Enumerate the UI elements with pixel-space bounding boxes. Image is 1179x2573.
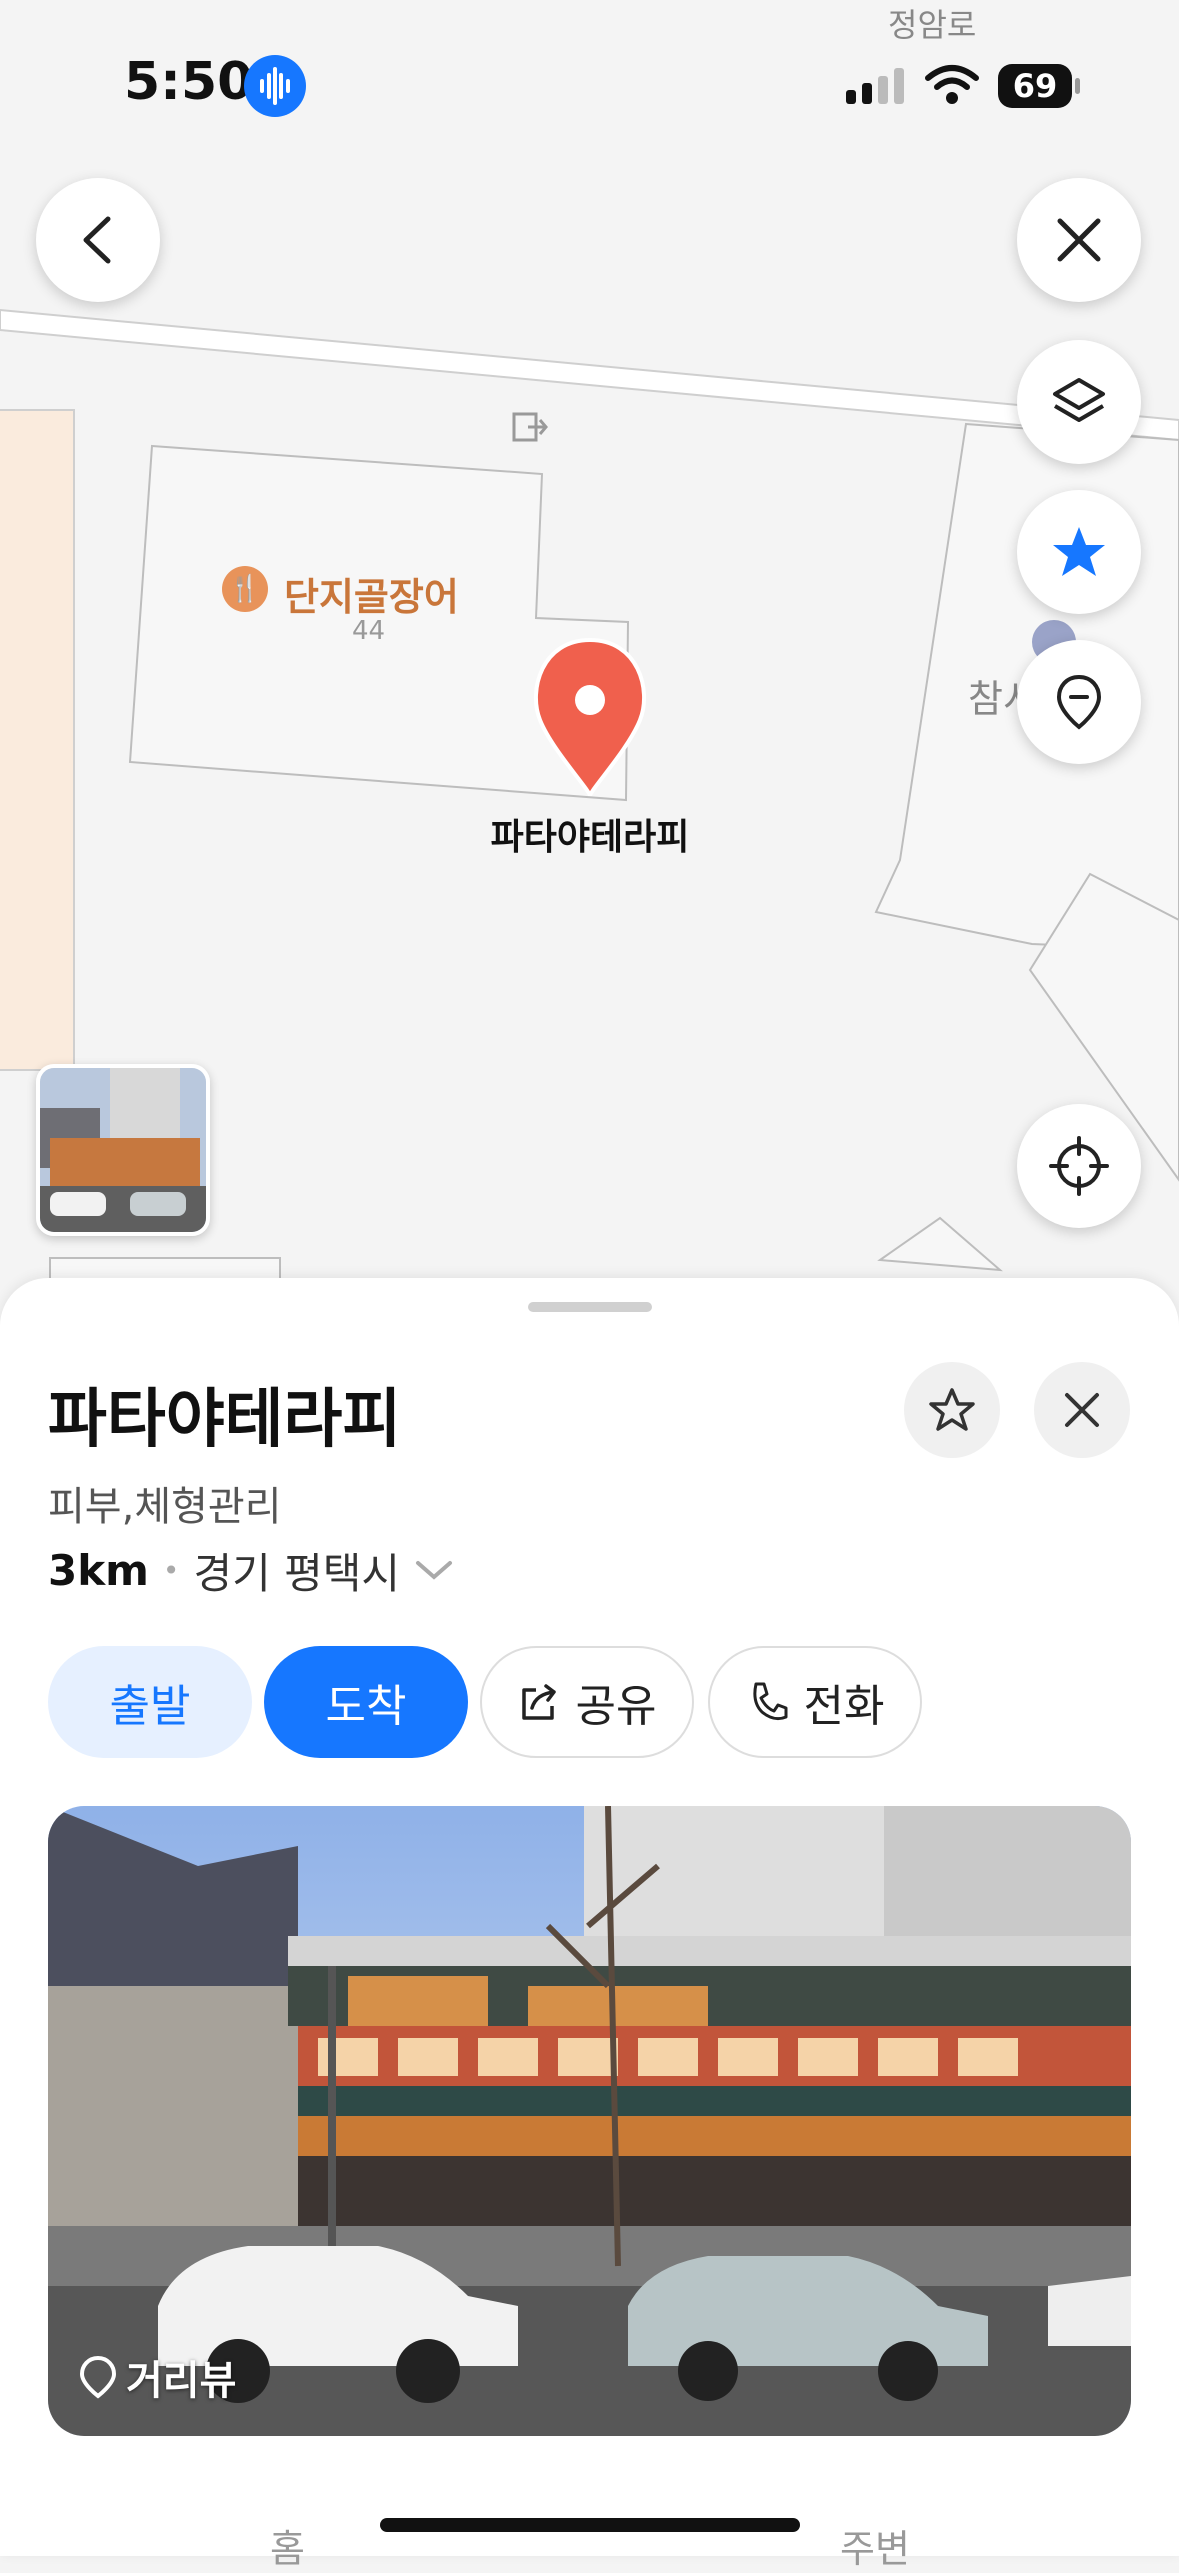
street-view-text: 거리뷰 [126,2358,237,2404]
place-title: 파타야테라피 [48,1383,402,1457]
location-pin-outline-icon [79,2355,117,2399]
street-view-label[interactable]: 거리뷰 [78,2348,236,2406]
arrive-button[interactable]: 도착 [264,1646,468,1758]
close-sheet-button[interactable] [1034,1362,1130,1458]
layers-button[interactable] [1017,340,1141,464]
pin-label[interactable]: 파타야테라피 [410,808,770,860]
map-view[interactable]: 정암로 🍴 단지골장어 44 파타야테라피 참시 [0,0,1179,1300]
street-view-thumbnail[interactable] [36,1064,210,1236]
my-location-button[interactable] [1017,1104,1141,1228]
save-place-button[interactable] [904,1362,1000,1458]
status-time: 5:50 [124,52,254,112]
distance-region-row[interactable]: 3km • 경기 평택시 [48,1540,454,1601]
street-view-image [48,1806,1131,2436]
place-region: 경기 평택시 [193,1549,400,1598]
separator-dot: • [162,1554,180,1587]
back-button[interactable] [36,178,160,302]
favorites-button[interactable] [1017,490,1141,614]
share-button[interactable]: 공유 [480,1646,694,1758]
cellular-signal-icon [846,68,904,104]
close-icon [1065,1393,1099,1427]
status-bar: 5:50 69 [0,0,1179,150]
place-distance: 3km [48,1546,149,1595]
close-icon [1057,218,1101,262]
tab-nearby[interactable]: 주변 [840,2518,910,2573]
poi-label[interactable]: 단지골장어 [284,566,459,621]
place-marker-button[interactable] [1017,640,1141,764]
crosshair-icon [1049,1136,1109,1196]
voice-assistant-icon[interactable] [244,55,306,117]
sheet-drag-handle[interactable] [528,1302,652,1312]
depart-button[interactable]: 출발 [48,1646,252,1758]
close-map-button[interactable] [1017,178,1141,302]
chevron-down-icon[interactable] [414,1559,454,1583]
poi-number: 44 [352,616,386,646]
exit-icon [512,412,548,442]
star-icon [1053,527,1105,576]
tab-home[interactable]: 홈 [270,2518,305,2573]
phone-icon [752,1682,788,1721]
street-view-thumbnail-image [40,1068,206,1232]
chevron-left-icon [83,216,111,264]
call-label: 전화 [803,1681,885,1732]
location-pin-outline-icon [1056,674,1102,730]
home-indicator[interactable] [380,2518,800,2532]
share-icon [521,1684,556,1720]
star-outline-icon [929,1388,975,1431]
depart-label: 출발 [109,1681,191,1732]
share-label: 공유 [575,1681,657,1732]
place-detail-sheet[interactable]: 파타야테라피 피부,체형관리 3km • 경기 평택시 출발 도착 공유 전화 [0,1278,1179,2571]
place-category: 피부,체형관리 [48,1484,282,1530]
call-button[interactable]: 전화 [708,1646,922,1758]
wifi-icon [925,65,979,104]
layers-icon [1053,378,1105,422]
battery-indicator: 69 [998,64,1080,108]
street-view-photo[interactable]: 거리뷰 [48,1806,1131,2436]
arrive-label: 도착 [325,1681,407,1732]
restaurant-icon: 🍴 [222,566,268,612]
